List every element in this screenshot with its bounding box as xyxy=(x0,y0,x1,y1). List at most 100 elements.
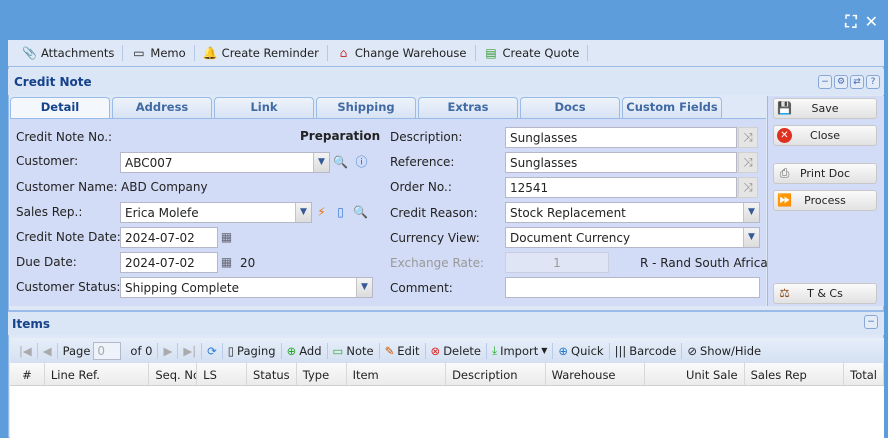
prev-page-button[interactable]: ◀ xyxy=(38,342,58,359)
shuffle-icon[interactable]: ⤨ xyxy=(738,152,758,173)
paperclip-icon: 📎 xyxy=(22,45,37,60)
refresh-icon: ⟳ xyxy=(207,343,217,358)
window-controls: ⛶ ✕ xyxy=(845,12,878,32)
last-page-button[interactable]: ▶| xyxy=(178,342,203,359)
quick-add-icon: ⊕ xyxy=(558,343,569,358)
shuffle-icon[interactable]: ⤨ xyxy=(738,127,758,148)
memo-button[interactable]: ▭ Memo xyxy=(123,45,195,61)
refresh-button[interactable]: ⟳ xyxy=(202,342,223,359)
create-reminder-button[interactable]: 🔔 Create Reminder xyxy=(195,45,328,61)
column-header[interactable]: Warehouse xyxy=(546,363,646,385)
customer-name-label: Customer Name: xyxy=(16,180,118,194)
column-header[interactable]: Item xyxy=(347,363,447,385)
column-header[interactable]: Description xyxy=(446,363,546,385)
tab-address[interactable]: Address xyxy=(112,97,212,118)
items-grid-body xyxy=(10,386,884,438)
attachments-button[interactable]: 📎 Attachments xyxy=(14,45,124,61)
reference-field[interactable]: Sunglasses xyxy=(505,152,737,173)
next-page-button[interactable]: ▶ xyxy=(158,342,179,359)
tab-shipping[interactable]: Shipping xyxy=(316,97,416,118)
column-header[interactable]: Line Ref. xyxy=(45,363,150,385)
shuffle-icon[interactable]: ⤨ xyxy=(738,177,758,198)
show-hide-button[interactable]: ⊘ Show/Hide xyxy=(682,343,766,359)
column-header[interactable]: # xyxy=(10,363,45,385)
process-button[interactable]: ⏩ Process xyxy=(773,190,877,211)
chevron-down-icon[interactable]: ▼ xyxy=(295,203,311,222)
calendar-icon[interactable]: ▦ xyxy=(219,230,234,245)
column-header[interactable]: Type xyxy=(297,363,347,385)
import-button[interactable]: ⤓ Import ▼ xyxy=(487,342,554,359)
due-days: 20 xyxy=(240,256,256,270)
add-button[interactable]: ⊕ Add xyxy=(282,342,328,359)
column-header[interactable]: Seq. No. xyxy=(149,363,198,385)
top-toolbar: 📎 Attachments ▭ Memo 🔔 Create Reminder ⌂ Cha… xyxy=(8,40,884,67)
credit-note-date-field[interactable]: 2024-07-02 xyxy=(120,227,218,248)
column-header[interactable]: Total xyxy=(844,363,884,385)
order-no-label: Order No.: xyxy=(390,180,452,194)
change-warehouse-button[interactable]: ⌂ Change Warehouse xyxy=(328,45,476,61)
delete-button[interactable]: ⊗ Delete xyxy=(426,342,487,359)
comment-label: Comment: xyxy=(390,281,453,295)
column-header[interactable]: Unit Sale xyxy=(645,363,745,385)
tab-link[interactable]: Link xyxy=(214,97,314,118)
credit-reason-label: Credit Reason: xyxy=(390,206,478,220)
customer-name-value: ABD Company xyxy=(121,180,208,194)
credit-reason-combo[interactable]: Stock Replacement ▼ xyxy=(505,202,760,223)
due-date-field[interactable]: 2024-07-02 xyxy=(120,252,218,273)
document-icon[interactable]: ▯ xyxy=(333,205,348,220)
lightning-icon[interactable]: ⚡ xyxy=(314,205,329,220)
barcode-button[interactable]: ||| Barcode xyxy=(610,342,683,359)
first-page-button[interactable]: |◀ xyxy=(14,342,38,359)
order-no-field[interactable]: 12541 xyxy=(505,177,737,198)
customer-label: Customer: xyxy=(16,154,79,168)
add-icon: ⊕ xyxy=(286,343,297,358)
note-button[interactable]: ▭ Note xyxy=(328,342,380,359)
currency-view-label: Currency View: xyxy=(390,231,480,245)
column-header[interactable]: Status xyxy=(247,363,297,385)
currency-view-combo[interactable]: Document Currency ▼ xyxy=(505,227,760,248)
tab-custom-fields[interactable]: Custom Fields xyxy=(622,97,722,118)
customer-combo[interactable]: ABC007 ▼ xyxy=(120,152,330,173)
collapse-icon[interactable]: − xyxy=(864,315,878,329)
page-icon: ▯ xyxy=(227,343,235,358)
column-header[interactable]: LS xyxy=(197,363,247,385)
delete-icon: ⊗ xyxy=(430,343,441,358)
tcs-button[interactable]: ⚖ T & Cs xyxy=(773,283,877,304)
maximize-icon[interactable]: ⛶ xyxy=(845,12,856,32)
quick-button[interactable]: ⊕ Quick xyxy=(553,342,610,359)
refresh-icon[interactable]: ⇄ xyxy=(850,75,864,89)
create-quote-button[interactable]: ▤ Create Quote xyxy=(476,45,589,61)
close-icon[interactable]: ✕ xyxy=(865,12,878,32)
paging-button[interactable]: ▯ Paging xyxy=(223,342,282,359)
chevron-down-icon[interactable]: ▼ xyxy=(356,278,372,297)
save-button[interactable]: 💾 Save xyxy=(773,98,877,119)
search-icon[interactable]: 🔍 xyxy=(353,205,368,220)
collapse-icon[interactable]: − xyxy=(818,75,832,89)
search-icon[interactable]: 🔍 xyxy=(333,155,348,170)
comment-field[interactable] xyxy=(505,277,760,298)
sales-rep-combo[interactable]: Erica Molefe ▼ xyxy=(120,202,312,223)
customer-info-icon[interactable]: ⓘ xyxy=(354,155,369,170)
calendar-icon: ▭ xyxy=(133,45,145,60)
barcode-icon: ||| xyxy=(614,343,627,358)
edit-button[interactable]: ✎ Edit xyxy=(380,342,426,359)
chevron-down-icon[interactable]: ▼ xyxy=(743,203,759,222)
tab-detail[interactable]: Detail xyxy=(10,97,110,118)
tab-extras[interactable]: Extras xyxy=(418,97,518,118)
help-icon[interactable]: ? xyxy=(866,75,880,89)
description-label: Description: xyxy=(390,130,463,144)
page-control: Page 0 of 0 xyxy=(58,341,159,360)
print-doc-button[interactable]: ⎙ Print Doc xyxy=(773,163,877,184)
chevron-down-icon[interactable]: ▼ xyxy=(743,228,759,247)
close-button[interactable]: ✕ Close xyxy=(773,125,877,146)
customer-status-combo[interactable]: Shipping Complete ▼ xyxy=(120,277,373,298)
edit-icon: ✎ xyxy=(384,343,395,358)
column-header[interactable]: Sales Rep xyxy=(745,363,845,385)
page-input[interactable]: 0 xyxy=(93,341,122,360)
gear-icon[interactable]: ⚙ xyxy=(834,75,848,89)
calendar-icon[interactable]: ▦ xyxy=(219,255,234,270)
tab-docs[interactable]: Docs xyxy=(520,97,620,118)
status-text: Preparation xyxy=(300,129,381,143)
description-field[interactable]: Sunglasses xyxy=(505,127,737,148)
chevron-down-icon[interactable]: ▼ xyxy=(313,153,329,172)
